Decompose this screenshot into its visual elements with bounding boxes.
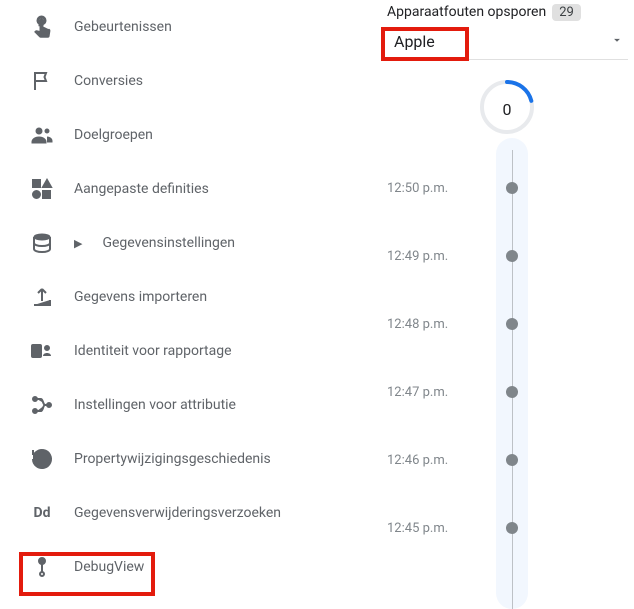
timeline-time: 12:49 p.m. [387,249,448,264]
timeline-dot-icon [506,522,518,534]
sidebar-item-custom-definitions[interactable]: Aangepaste definities [0,162,385,216]
device-errors-label: Apparaatfouten opsporen [387,4,546,20]
chevron-right-icon: ▶ [74,237,82,250]
sidebar-item-label: Identiteit voor rapportage [74,343,232,359]
sidebar-item-data-import[interactable]: Gegevens importeren [0,270,385,324]
sidebar-item-events[interactable]: Gebeurtenissen [0,0,385,54]
sidebar-item-label: Aangepaste definities [74,181,209,197]
sidebar-item-label: Gegevens importeren [74,289,207,305]
device-errors-count: 29 [552,4,581,21]
timeline-dot-icon [506,182,518,194]
timeline-dot-icon [506,318,518,330]
sidebar-item-label: Gegevensinstellingen [102,235,235,251]
timeline-row[interactable]: 12:45 p.m. [387,520,627,536]
event-counter: 0 [387,78,627,150]
sidebar-item-label: Instellingen voor attributie [74,397,236,413]
timeline-dot-icon [506,386,518,398]
timeline-row[interactable]: 12:50 p.m. [387,180,627,196]
database-icon [30,231,54,255]
history-icon [30,447,54,471]
device-errors-row: Apparaatfouten opsporen 29 [387,0,628,24]
sidebar-item-data-settings[interactable]: ▶ Gegevensinstellingen [0,216,385,270]
sidebar-item-debugview[interactable]: DebugView [0,540,385,594]
sidebar: Gebeurtenissen Conversies Doelgroepen Aa… [0,0,385,594]
people-icon [30,123,54,147]
chevron-down-icon [610,33,624,51]
sidebar-item-label: Propertywijzigingsgeschiedenis [74,451,271,467]
sidebar-item-property-change-history[interactable]: Propertywijzigingsgeschiedenis [0,432,385,486]
timeline-dot-icon [506,454,518,466]
timeline-time: 12:46 p.m. [387,453,448,468]
timeline-row[interactable]: 12:49 p.m. [387,248,627,264]
timeline-row[interactable]: 12:46 p.m. [387,452,627,468]
debug-header: Apparaatfouten opsporen 29 Apple [387,0,628,60]
debug-icon [30,555,54,579]
sidebar-item-data-deletion-requests[interactable]: Dd Gegevensverwijderingsverzoeken [0,486,385,540]
flag-icon [30,69,54,93]
sidebar-item-conversions[interactable]: Conversies [0,54,385,108]
timeline-time: 12:47 p.m. [387,385,448,400]
timeline-spine [512,150,513,609]
sidebar-item-label: DebugView [74,559,144,575]
device-selector[interactable]: Apple [387,24,628,60]
dd-text-icon: Dd [30,501,54,525]
timeline-time: 12:50 p.m. [387,181,448,196]
timeline-time: 12:45 p.m. [387,521,448,536]
sidebar-item-reporting-identity[interactable]: Identiteit voor rapportage [0,324,385,378]
sidebar-item-attribution-settings[interactable]: Instellingen voor attributie [0,378,385,432]
debug-timeline: 0 12:50 p.m. 12:49 p.m. 12:48 p.m. 12:47… [387,78,627,609]
sidebar-item-label: Conversies [74,73,143,89]
attribution-icon [30,393,54,417]
identity-icon [30,339,54,363]
sidebar-item-label: Gebeurtenissen [74,19,172,35]
sidebar-item-label: Gegevensverwijderingsverzoeken [74,505,281,521]
sidebar-item-audiences[interactable]: Doelgroepen [0,108,385,162]
touch-icon [30,15,54,39]
timeline-row[interactable]: 12:47 p.m. [387,384,627,400]
timeline-time: 12:48 p.m. [387,317,448,332]
sidebar-item-label: Doelgroepen [74,127,153,143]
timeline-row[interactable]: 12:48 p.m. [387,316,627,332]
upload-icon [30,285,54,309]
selected-device-name: Apple [387,32,435,51]
timeline-dot-icon [506,250,518,262]
event-counter-value: 0 [503,100,512,119]
shapes-icon [30,177,54,201]
